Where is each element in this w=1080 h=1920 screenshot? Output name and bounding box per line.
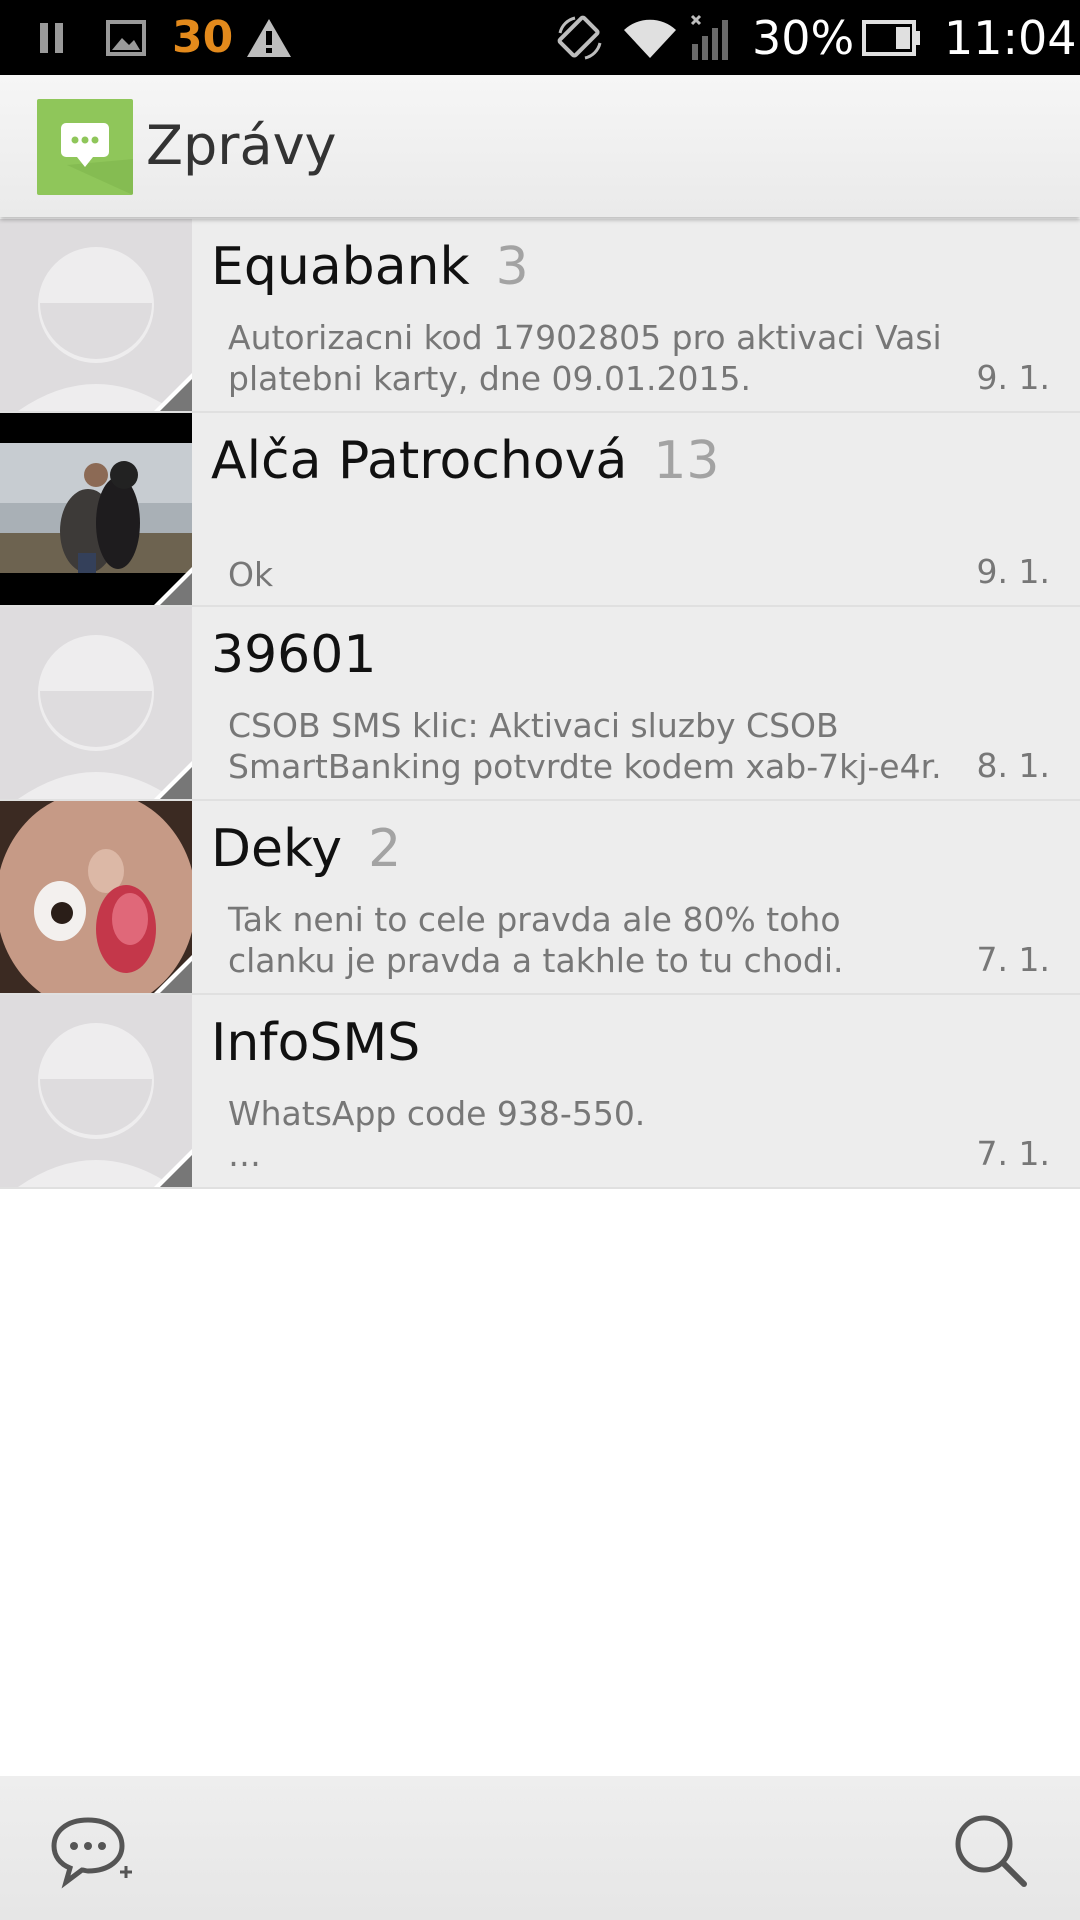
unread-count: 2 bbox=[368, 819, 402, 879]
battery-icon bbox=[862, 0, 922, 75]
photo-avatar[interactable] bbox=[0, 413, 192, 605]
message-snippet: Tak neni to cele pravda ale 80% toho cla… bbox=[228, 900, 844, 980]
action-bar: Zprávy bbox=[0, 75, 1080, 217]
contact-name: 39601 bbox=[211, 625, 377, 685]
default-avatar-icon[interactable] bbox=[0, 607, 192, 799]
status-bar: 30 30% 11:04 bbox=[0, 0, 1080, 75]
message-date: 9. 1. bbox=[976, 358, 1050, 397]
message-snippet: Autorizacni kod 17902805 pro aktivaci Va… bbox=[228, 318, 942, 398]
unread-count: 3 bbox=[495, 237, 529, 297]
message-snippet: CSOB SMS klic: Aktivaci sluzby CSOB Smar… bbox=[228, 706, 942, 786]
contact-name: Deky 2 bbox=[211, 819, 402, 879]
conversation-list: Equabank 3 Autorizacni kod 17902805 pro a… bbox=[0, 219, 1080, 1189]
image-notification-icon bbox=[106, 0, 146, 75]
messages-app-icon[interactable] bbox=[37, 99, 133, 195]
message-date: 9. 1. bbox=[976, 552, 1050, 591]
notification-count: 30 bbox=[172, 12, 234, 63]
signal-icon bbox=[688, 0, 738, 75]
wifi-icon bbox=[622, 0, 678, 75]
pause-icon bbox=[38, 0, 66, 75]
message-snippet: WhatsApp code 938-550. … bbox=[228, 1094, 646, 1174]
message-snippet: Ok bbox=[228, 555, 274, 594]
battery-percentage: 30% bbox=[752, 10, 855, 65]
conversation-row-39601[interactable]: 39601 CSOB SMS klic: Aktivaci sluzby CSO… bbox=[0, 607, 1080, 801]
contact-name: Equabank 3 bbox=[211, 237, 529, 297]
conversation-row-alca[interactable]: Alča Patrochová 13 Ok 9. 1. bbox=[0, 413, 1080, 607]
message-date: 7. 1. bbox=[976, 940, 1050, 979]
message-date: 8. 1. bbox=[976, 746, 1050, 785]
new-message-icon[interactable] bbox=[50, 1812, 140, 1892]
conversation-row-deky[interactable]: Deky 2 Tak neni to cele pravda ale 80% to… bbox=[0, 801, 1080, 995]
default-avatar-icon[interactable] bbox=[0, 219, 192, 411]
warning-icon bbox=[244, 0, 294, 75]
search-icon[interactable] bbox=[950, 1810, 1030, 1890]
conversation-row-infosms[interactable]: InfoSMS WhatsApp code 938-550. … 7. 1. bbox=[0, 995, 1080, 1189]
default-avatar-icon[interactable] bbox=[0, 995, 192, 1187]
clock: 11:04 bbox=[944, 10, 1077, 65]
page-title: Zprávy bbox=[146, 114, 337, 177]
contact-name: InfoSMS bbox=[211, 1013, 421, 1073]
message-date: 7. 1. bbox=[976, 1134, 1050, 1173]
conversation-row-equabank[interactable]: Equabank 3 Autorizacni kod 17902805 pro a… bbox=[0, 219, 1080, 413]
screen-rotation-icon bbox=[555, 0, 605, 75]
bottom-bar bbox=[0, 1776, 1080, 1920]
photo-avatar[interactable] bbox=[0, 801, 192, 993]
unread-count: 13 bbox=[653, 431, 720, 491]
contact-name: Alča Patrochová 13 bbox=[211, 431, 720, 491]
